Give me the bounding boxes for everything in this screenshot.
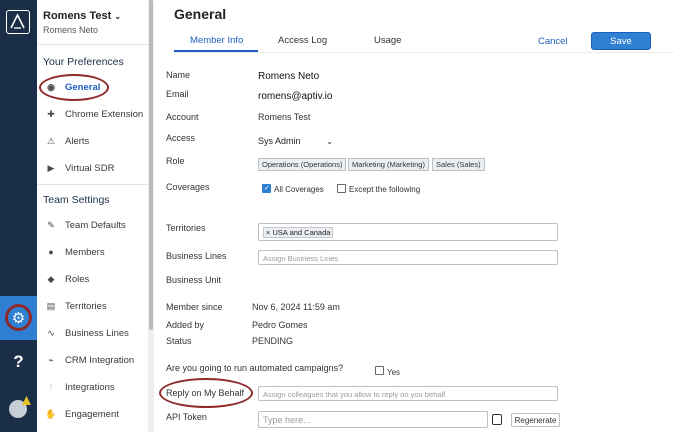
campaigns-yes-checkbox[interactable]	[375, 366, 384, 375]
nav-item-virtual-sdr[interactable]: ▶ Virtual SDR	[43, 158, 149, 178]
all-coverages-label: All Coverages	[274, 185, 324, 194]
account-value: Romens Test	[258, 112, 311, 122]
page-title: General	[174, 6, 227, 22]
annotation-circle	[39, 74, 109, 101]
app-logo-icon[interactable]	[6, 10, 30, 34]
nav-item-team-defaults[interactable]: ✎ Team Defaults	[43, 215, 149, 235]
chevron-down-icon: ⌄	[114, 12, 122, 21]
member-since-label: Member since	[166, 302, 223, 312]
added-by-value: Pedro Gomes	[252, 320, 308, 330]
current-user-name: Romens Neto	[43, 25, 99, 35]
tab-member-info[interactable]: Member Info	[190, 35, 243, 46]
status-label: Status	[166, 336, 192, 346]
wrench-icon: ✎	[47, 219, 55, 230]
except-label: Except the following	[349, 185, 421, 194]
business-lines-input[interactable]: Assign Business Lines	[258, 250, 558, 265]
help-icon[interactable]: ?	[0, 352, 37, 372]
divider	[37, 44, 150, 45]
status-value: PENDING	[252, 336, 294, 346]
nav-scrollbar[interactable]	[148, 0, 154, 432]
access-select[interactable]: Sys Admin ⌄	[258, 134, 333, 148]
divider	[37, 184, 150, 185]
name-value[interactable]: Romens Neto	[258, 71, 319, 82]
tabs-divider	[174, 52, 674, 53]
settings-gear-icon[interactable]: ⚙	[5, 304, 32, 331]
reply-on-my-behalf-input[interactable]: Assign colleagues that you allow to repl…	[258, 386, 558, 401]
name-label: Name	[166, 70, 191, 80]
added-by-label: Added by	[166, 320, 205, 330]
map-icon: ▤	[46, 300, 56, 311]
scrollbar-thumb[interactable]	[149, 0, 153, 330]
territories-label: Territories	[166, 223, 206, 233]
settings-nav: Romens Test ⌄ Romens Neto Your Preferenc…	[37, 0, 150, 432]
app-rail: ⚙ ?	[0, 0, 37, 432]
email-label: Email	[166, 89, 189, 99]
puzzle-icon: ✚	[47, 108, 55, 119]
active-tab-indicator	[174, 50, 258, 52]
sliders-icon: ⫶	[49, 381, 53, 392]
main-panel: General Member Info Access Log Usage Can…	[156, 0, 688, 432]
campaigns-question: Are you going to run automated campaigns…	[166, 363, 344, 373]
access-label: Access	[166, 133, 196, 143]
coverages-label: Coverages	[166, 182, 210, 192]
business-unit-label: Business Unit	[166, 275, 222, 285]
nav-item-crm-integration[interactable]: ⌁ CRM Integration	[43, 350, 149, 370]
save-button[interactable]: Save	[591, 32, 651, 50]
member-since-value: Nov 6, 2024 11:59 am	[252, 302, 340, 312]
nav-item-alerts[interactable]: ⚠ Alerts	[43, 131, 149, 151]
except-checkbox[interactable]	[337, 184, 346, 193]
all-coverages-checkbox[interactable]	[262, 184, 271, 193]
remove-tag-icon[interactable]: ×	[266, 228, 270, 237]
tab-usage[interactable]: Usage	[374, 35, 401, 46]
role-chip[interactable]: Operations (Operations)	[258, 158, 347, 171]
cancel-button[interactable]: Cancel	[538, 36, 568, 47]
org-switcher[interactable]: Romens Test ⌄	[43, 10, 121, 22]
annotation-circle	[159, 378, 253, 408]
chevron-down-icon: ⌄	[326, 136, 333, 146]
api-token-input[interactable]: Type here...	[258, 411, 488, 428]
role-chip[interactable]: Sales (Sales)	[432, 158, 485, 171]
handshake-icon: ✋	[45, 408, 57, 419]
nav-item-chrome-extension[interactable]: ✚ Chrome Extension	[43, 104, 149, 124]
section-team-settings: Team Settings	[43, 194, 110, 206]
plug-icon: ⌁	[48, 354, 54, 365]
section-your-preferences: Your Preferences	[43, 56, 124, 68]
regenerate-button[interactable]: Regenerate	[511, 413, 560, 427]
play-icon: ▶	[47, 162, 55, 173]
territory-tag[interactable]: × USA and Canada	[263, 227, 334, 238]
role-label: Role	[166, 156, 185, 166]
nav-item-members[interactable]: ● Members	[43, 242, 149, 262]
tab-access-log[interactable]: Access Log	[278, 35, 327, 46]
role-chip[interactable]: Marketing (Marketing)	[348, 158, 429, 171]
nav-item-engagement[interactable]: ✋ Engagement	[43, 404, 149, 424]
copy-icon[interactable]	[492, 414, 502, 425]
nav-item-roles[interactable]: ◆ Roles	[43, 269, 149, 289]
campaigns-yes-label: Yes	[387, 368, 401, 377]
territories-input[interactable]: × USA and Canada	[258, 223, 558, 241]
trend-icon: ∿	[47, 327, 55, 338]
nav-item-business-lines[interactable]: ∿ Business Lines	[43, 323, 149, 343]
nav-item-integrations[interactable]: ⫶ Integrations	[43, 377, 149, 397]
people-icon: ◆	[47, 273, 55, 284]
api-token-label: API Token	[166, 412, 207, 422]
business-lines-label: Business Lines	[166, 251, 227, 261]
bell-icon: ⚠	[46, 135, 56, 146]
account-label: Account	[166, 112, 199, 122]
nav-item-territories[interactable]: ▤ Territories	[43, 296, 149, 316]
person-icon: ●	[48, 247, 54, 257]
email-value[interactable]: romens@aptiv.io	[258, 91, 332, 102]
